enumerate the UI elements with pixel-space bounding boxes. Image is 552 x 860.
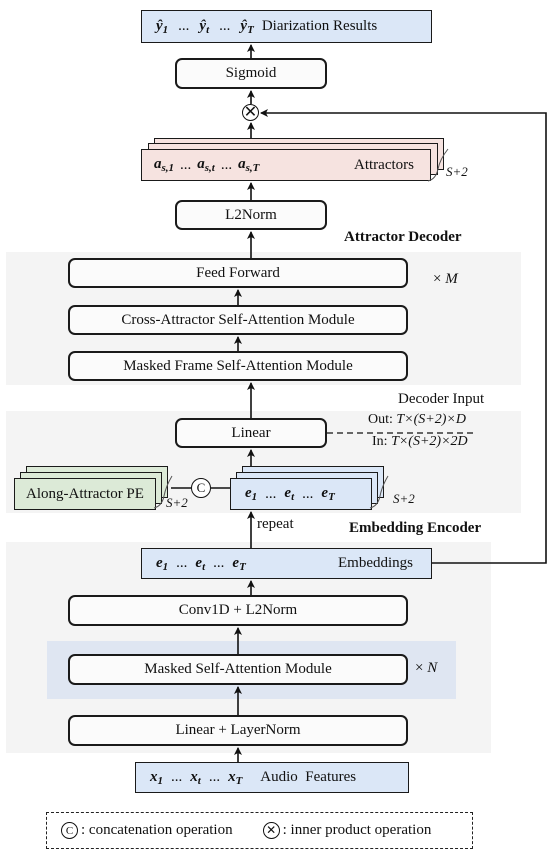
emb-eT: eT <box>321 485 335 503</box>
ellipsis: ... <box>302 485 314 502</box>
audio-features-label: Audio Features <box>260 769 357 785</box>
ellipsis: ... <box>213 555 225 571</box>
masked-self-attention-block: Masked Self-Attention Module <box>68 654 408 685</box>
linear-block: Linear <box>175 418 327 448</box>
legend: C : concatenation operation ✕ : inner pr… <box>46 812 473 849</box>
attractor-aT: as,T <box>238 156 260 174</box>
attractors-box: as,1 ... as,t ... as,T Attractors <box>141 149 431 181</box>
ellipsis: ... <box>208 769 221 785</box>
output-yt: ŷt <box>199 17 210 36</box>
legend-inner-product-icon: ✕ <box>262 822 280 839</box>
repeat-label: repeat <box>257 516 294 532</box>
feed-forward-block: Feed Forward <box>68 258 408 288</box>
along-attractor-pe-box: Along-Attractor PE <box>14 478 156 510</box>
masked-frame-attention-block: Masked Frame Self-Attention Module <box>68 351 408 381</box>
emb-stack-count: S+2 <box>393 491 415 506</box>
embeddings-label: Embeddings <box>338 555 413 571</box>
legend-inner-text: : inner product operation <box>282 822 432 838</box>
legend-concat-text: : concatenation operation <box>81 822 233 838</box>
ellipsis: ... <box>180 156 192 173</box>
sigmoid-block: Sigmoid <box>175 58 327 89</box>
encoder-repeat-label: × N <box>415 660 438 676</box>
audio-features-box: x1 ... xt ... xT Audio Features <box>135 762 409 793</box>
diarization-results-label: Diarization Results <box>261 18 378 34</box>
ellipsis: ... <box>265 485 277 502</box>
input-xt: xt <box>190 768 201 787</box>
attractors-stack-count: S+2 <box>446 164 468 179</box>
repeated-embeddings-box: e1 ... et ... eT <box>230 478 372 510</box>
emb-e1: e1 <box>245 485 258 503</box>
input-x1: x1 <box>150 768 163 787</box>
ellipsis: ... <box>220 156 233 173</box>
in-shape-label: In: T×(S+2)×2D <box>372 434 468 449</box>
output-yT: ŷT <box>240 17 254 36</box>
conv1d-l2norm-block: Conv1D + L2Norm <box>68 595 408 626</box>
embedding-e1: e1 <box>156 554 169 573</box>
l2norm-block: L2Norm <box>175 200 327 230</box>
concatenation-icon: C <box>191 478 211 498</box>
ellipsis: ... <box>171 769 183 785</box>
along-attractor-pe-label: Along-Attractor PE <box>26 485 144 502</box>
ellipsis: ... <box>219 18 231 34</box>
decoder-repeat-label: × M <box>433 271 458 287</box>
cross-attractor-attention-block: Cross-Attractor Self-Attention Module <box>68 305 408 335</box>
inner-product-icon: ✕ <box>242 103 259 121</box>
diarization-results-box: ŷ1 ... ŷt ... ŷT Diarization Results <box>141 10 432 43</box>
embedding-eT: eT <box>232 554 246 573</box>
ellipsis: ... <box>176 555 188 571</box>
legend-concat-icon: C <box>61 822 78 839</box>
ellipsis: ... <box>178 18 190 34</box>
embeddings-box: e1 ... et ... eT Embeddings <box>141 548 432 579</box>
output-y1: ŷ1 <box>156 17 169 36</box>
attractor-at: as,t <box>197 156 215 174</box>
attractors-label: Attractors <box>354 156 414 173</box>
embedding-et: et <box>195 554 206 573</box>
emb-et: et <box>284 485 295 503</box>
pe-stack-count: S+2 <box>166 495 188 510</box>
out-shape-label: Out: T×(S+2)×D <box>368 412 466 427</box>
embedding-encoder-title: Embedding Encoder <box>349 520 482 536</box>
linear-layernorm-block: Linear + LayerNorm <box>68 715 408 746</box>
attractor-decoder-title: Attractor Decoder <box>344 229 462 245</box>
decoder-input-title: Decoder Input <box>398 391 485 407</box>
input-xT: xT <box>228 768 243 787</box>
attractor-a1: as,1 <box>154 156 175 174</box>
